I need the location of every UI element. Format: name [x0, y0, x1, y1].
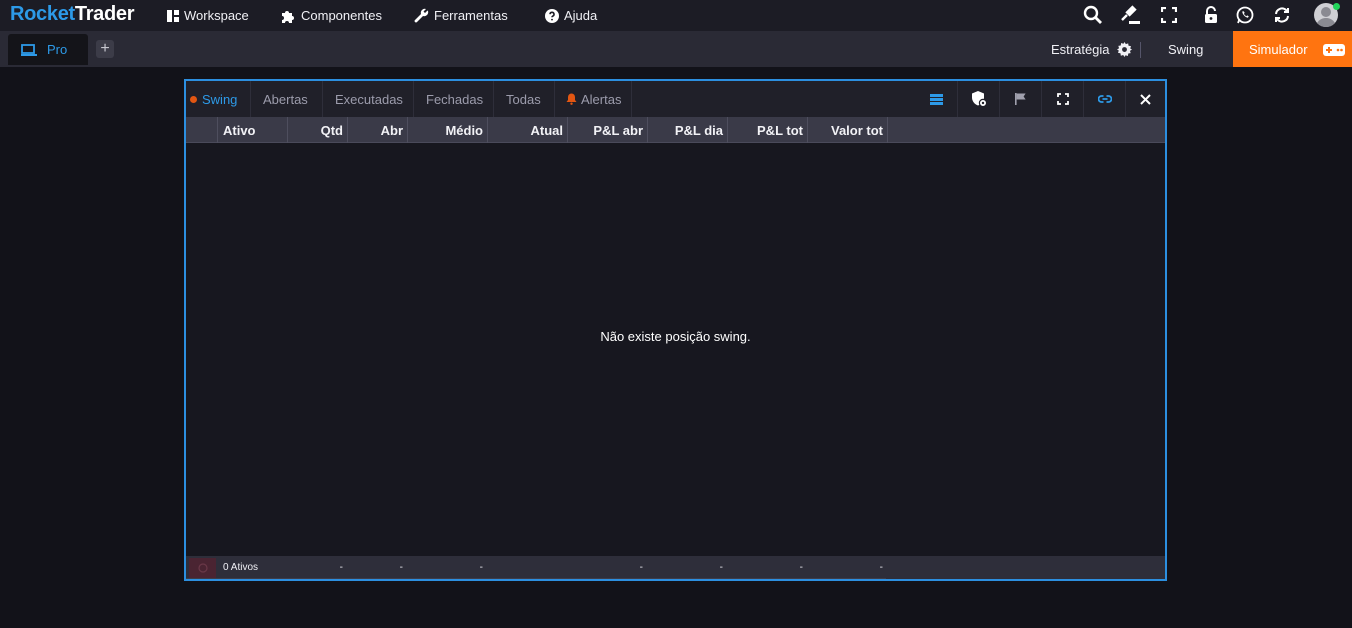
tab-executadas-label: Executadas — [335, 91, 403, 107]
workspace-tab-pro[interactable]: Pro — [8, 34, 88, 65]
flag-icon[interactable] — [999, 81, 1041, 117]
link-icon[interactable] — [1083, 81, 1125, 117]
bell-icon — [566, 93, 577, 105]
column-valor-tot[interactable]: Valor tot — [808, 117, 888, 143]
footer-qtd: - — [339, 562, 343, 573]
divider — [1140, 42, 1141, 58]
gear-icon — [1116, 41, 1132, 57]
tab-alertas[interactable]: Alertas — [555, 81, 632, 117]
menu-ajuda-label: Ajuda — [564, 8, 598, 23]
footer-underline — [186, 578, 886, 579]
close-icon[interactable] — [1125, 81, 1165, 117]
tab-executadas[interactable]: Executadas — [323, 81, 414, 117]
online-status-dot — [1333, 3, 1340, 10]
column-atual[interactable]: Atual — [488, 117, 568, 143]
footer-abr: - — [399, 562, 403, 573]
footer-medio: - — [479, 562, 483, 573]
menu-componentes[interactable]: Componentes — [281, 0, 382, 31]
plus-icon: + — [100, 40, 110, 57]
footer-marker — [189, 558, 216, 578]
logo-rocket: Rocket — [10, 3, 75, 25]
footer-valor-tot: - — [879, 562, 883, 573]
tab-todas-label: Todas — [506, 91, 541, 107]
search-icon[interactable] — [1081, 4, 1105, 26]
swing-mode-label: Swing — [1168, 41, 1204, 57]
tab-abertas[interactable]: Abertas — [251, 81, 323, 117]
menu-workspace-label: Workspace — [184, 8, 249, 23]
menu-ajuda[interactable]: Ajuda — [545, 0, 597, 31]
gavel-icon[interactable] — [1119, 4, 1143, 26]
wrench-icon — [414, 8, 429, 23]
list-view-icon[interactable] — [915, 81, 957, 117]
table-header: Ativo Qtd Abr Médio Atual P&L abr P&L di… — [186, 117, 1165, 143]
menu-ferramentas-label: Ferramentas — [434, 8, 508, 23]
footer-pl-dia: - — [719, 562, 723, 573]
whatsapp-icon[interactable] — [1233, 4, 1257, 26]
gamepad-icon — [1323, 44, 1345, 56]
swing-mode-button[interactable]: Swing — [1168, 31, 1203, 67]
tab-fechadas-label: Fechadas — [426, 91, 484, 107]
shield-settings-icon[interactable] — [957, 81, 999, 117]
help-icon — [545, 8, 559, 23]
active-dot — [190, 95, 197, 103]
lock-icon[interactable] — [1199, 4, 1223, 26]
empty-message: Não existe posição swing. — [600, 329, 751, 344]
strategy-label: Estratégia — [1051, 41, 1110, 57]
footer-pl-tot: - — [799, 562, 803, 573]
column-medio[interactable]: Médio — [408, 117, 488, 143]
table-footer: 0 Ativos - - - - - - - — [186, 556, 1165, 579]
column-pl-abr[interactable]: P&L abr — [568, 117, 648, 143]
workspace-bar: Pro — [0, 31, 1352, 67]
add-workspace-button[interactable]: + — [96, 40, 114, 58]
menu-workspace[interactable]: Workspace — [167, 0, 249, 31]
column-ativo[interactable]: Ativo — [218, 117, 288, 143]
tab-swing[interactable]: Swing — [186, 81, 251, 117]
clock-icon — [197, 563, 208, 573]
panel-tabs: Swing Abertas Executadas Fechadas Todas … — [186, 81, 1165, 117]
simulator-label: Simulador — [1249, 41, 1308, 57]
column-selector[interactable] — [186, 117, 218, 143]
app-logo[interactable]: RocketTrader — [10, 3, 135, 26]
tab-abertas-label: Abertas — [263, 91, 308, 107]
tab-swing-label: Swing — [202, 91, 238, 107]
simulator-button[interactable]: Simulador — [1233, 31, 1352, 67]
fullscreen-icon[interactable] — [1157, 4, 1181, 26]
column-pl-dia[interactable]: P&L dia — [648, 117, 728, 143]
tab-todas[interactable]: Todas — [494, 81, 555, 117]
footer-count: 0 Ativos — [223, 562, 259, 573]
puzzle-icon — [282, 10, 294, 23]
column-pl-tot[interactable]: P&L tot — [728, 117, 808, 143]
sync-icon[interactable] — [1270, 4, 1294, 26]
monitor-icon — [21, 43, 37, 56]
strategy-button[interactable]: Estratégia — [1051, 31, 1132, 67]
tab-alertas-label: Alertas — [581, 91, 622, 107]
footer-pl-abr: - — [639, 562, 643, 573]
workspace-tab-label: Pro — [47, 42, 68, 57]
column-qtd[interactable]: Qtd — [288, 117, 348, 143]
logo-trader: Trader — [74, 3, 135, 25]
maximize-icon[interactable] — [1041, 81, 1083, 117]
tab-fechadas[interactable]: Fechadas — [414, 81, 494, 117]
positions-panel: Swing Abertas Executadas Fechadas Todas … — [184, 79, 1167, 581]
workspace-icon — [167, 9, 179, 22]
column-abr[interactable]: Abr — [348, 117, 408, 143]
menu-ferramentas[interactable]: Ferramentas — [414, 0, 508, 31]
top-bar: RocketTrader Workspace Componentes Ferra… — [0, 0, 1352, 31]
menu-componentes-label: Componentes — [301, 8, 382, 23]
